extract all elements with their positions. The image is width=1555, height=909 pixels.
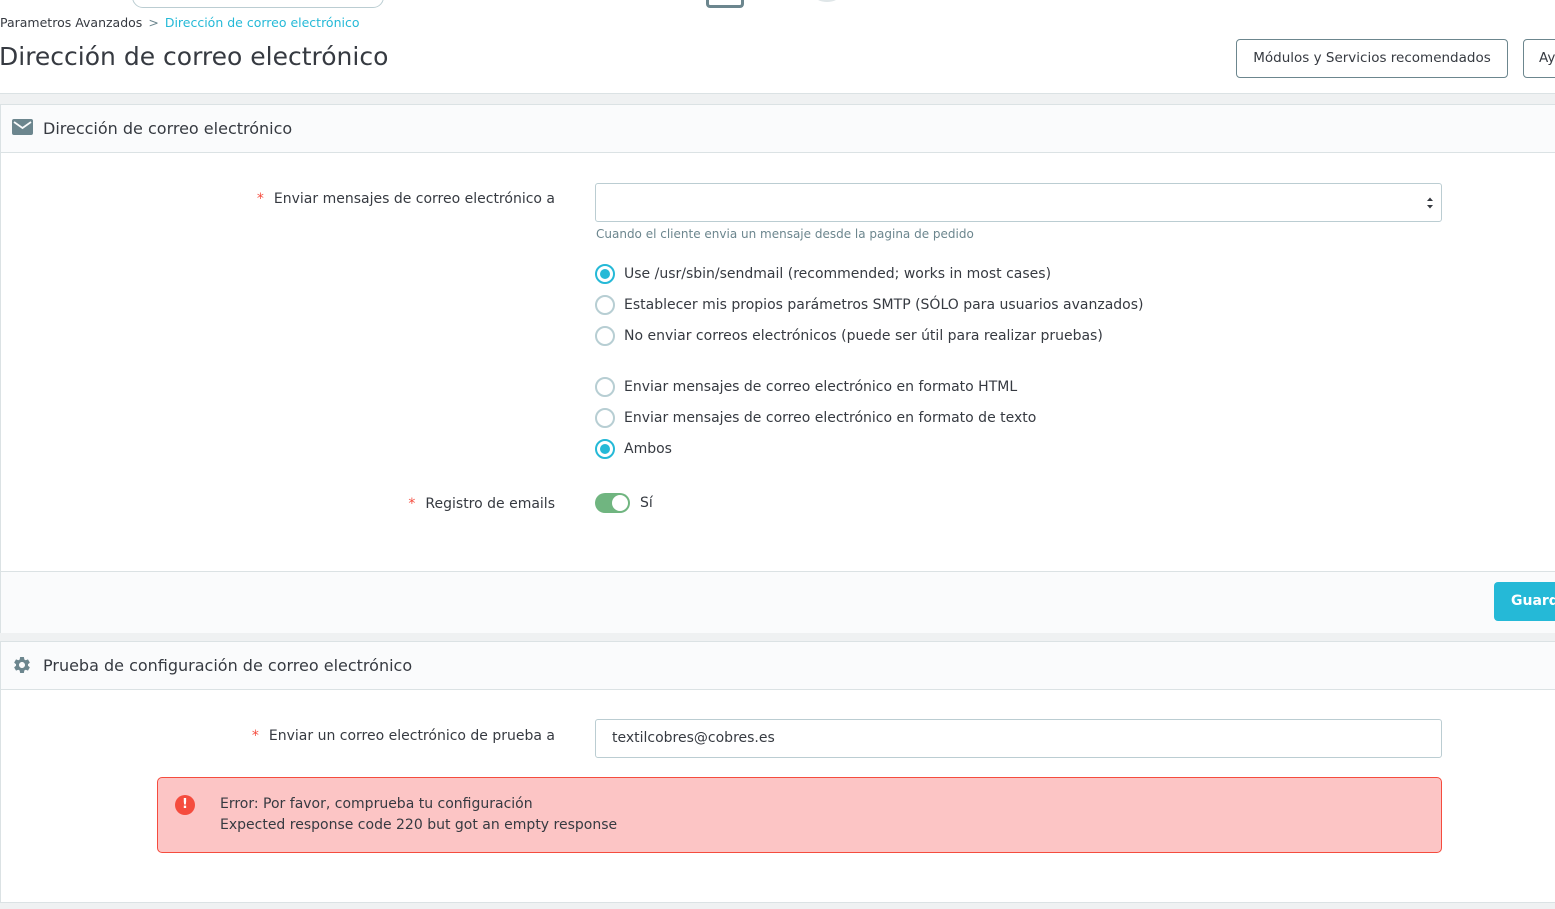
- top-bar: [0, 0, 1555, 10]
- radio-smtp[interactable]: Establecer mis propios parámetros SMTP (…: [595, 295, 1144, 315]
- radio-format-both[interactable]: Ambos: [595, 439, 672, 459]
- radio-format-both-circle[interactable]: [595, 439, 615, 459]
- radio-no-email-circle[interactable]: [595, 326, 615, 346]
- radio-smtp-label: Establecer mis propios parámetros SMTP (…: [624, 297, 1144, 313]
- radio-format-text-label: Enviar mensajes de correo electrónico en…: [624, 410, 1037, 426]
- breadcrumb-parent-link[interactable]: Parametros Avanzados: [0, 15, 142, 30]
- required-marker: *: [256, 191, 264, 207]
- radio-format-text[interactable]: Enviar mensajes de correo electrónico en…: [595, 408, 1036, 428]
- breadcrumb-current[interactable]: Dirección de correo electrónico: [165, 15, 360, 30]
- search-input[interactable]: [132, 0, 384, 8]
- gear-icon: [12, 655, 32, 679]
- panel-heading: Dirección de correo electrónico: [1, 105, 1555, 153]
- panel-footer: Guarda: [1, 571, 1555, 633]
- radio-smtp-circle[interactable]: [595, 295, 615, 315]
- send-to-label: * Enviar mensajes de correo electrónico a: [257, 191, 555, 207]
- test-email-panel: Prueba de configuración de correo electr…: [0, 641, 1555, 903]
- help-button[interactable]: Ay: [1523, 39, 1555, 78]
- required-marker: *: [251, 728, 259, 744]
- error-message: Error: Por favor, comprueba tu configura…: [220, 796, 533, 812]
- envelope-icon: [12, 119, 33, 139]
- radio-format-html-circle[interactable]: [595, 377, 615, 397]
- select-arrows-icon: [1427, 197, 1433, 209]
- error-icon: !: [175, 795, 195, 815]
- email-settings-panel: Dirección de correo electrónico * Enviar …: [0, 104, 1555, 633]
- recommended-modules-button[interactable]: Módulos y Servicios recomendados: [1236, 39, 1508, 78]
- user-icon[interactable]: [815, 0, 839, 2]
- log-emails-toggle[interactable]: [595, 493, 630, 513]
- radio-format-html-label: Enviar mensajes de correo electrónico en…: [624, 379, 1018, 395]
- breadcrumb: Parametros Avanzados > Dirección de correo…: [0, 15, 360, 30]
- radio-sendmail-circle[interactable]: [595, 264, 615, 284]
- save-button[interactable]: Guarda: [1494, 582, 1555, 621]
- panel-title: Dirección de correo electrónico: [43, 119, 293, 138]
- radio-no-email[interactable]: No enviar correos electrónicos (puede se…: [595, 326, 1103, 346]
- required-marker: *: [408, 496, 416, 512]
- panel-heading: Prueba de configuración de correo electr…: [1, 642, 1555, 690]
- test-email-label-text: Enviar un correo electrónico de prueba a: [268, 728, 555, 744]
- radio-sendmail-label: Use /usr/sbin/sendmail (recommended; wor…: [624, 266, 1052, 282]
- log-emails-toggle-label: Sí: [640, 495, 653, 511]
- send-to-select[interactable]: [595, 183, 1442, 222]
- test-email-label: * Enviar un correo electrónico de prueba …: [252, 728, 555, 744]
- log-emails-label: * Registro de emails: [408, 496, 555, 512]
- page-header: Parametros Avanzados > Dirección de correo…: [0, 10, 1555, 94]
- radio-sendmail[interactable]: Use /usr/sbin/sendmail (recommended; wor…: [595, 264, 1051, 284]
- test-email-input[interactable]: textilcobres@cobres.es: [595, 719, 1442, 758]
- radio-format-html[interactable]: Enviar mensajes de correo electrónico en…: [595, 377, 1017, 397]
- page-title: Dirección de correo electrónico: [0, 42, 389, 71]
- radio-no-email-label: No enviar correos electrónicos (puede se…: [624, 328, 1103, 344]
- toggle-knob: [612, 495, 628, 511]
- log-emails-label-text: Registro de emails: [425, 496, 555, 512]
- radio-format-text-circle[interactable]: [595, 408, 615, 428]
- notifications-icon[interactable]: [706, 0, 744, 8]
- error-detail: Expected response code 220 but got an em…: [220, 817, 618, 833]
- send-to-help: Cuando el cliente envia un mensaje desde…: [596, 227, 974, 241]
- radio-format-both-label: Ambos: [624, 441, 672, 457]
- send-to-label-text: Enviar mensajes de correo electrónico a: [273, 191, 555, 207]
- breadcrumb-separator: >: [148, 15, 159, 30]
- error-alert: ! Error: Por favor, comprueba tu configu…: [157, 777, 1442, 853]
- panel-title: Prueba de configuración de correo electr…: [43, 656, 413, 675]
